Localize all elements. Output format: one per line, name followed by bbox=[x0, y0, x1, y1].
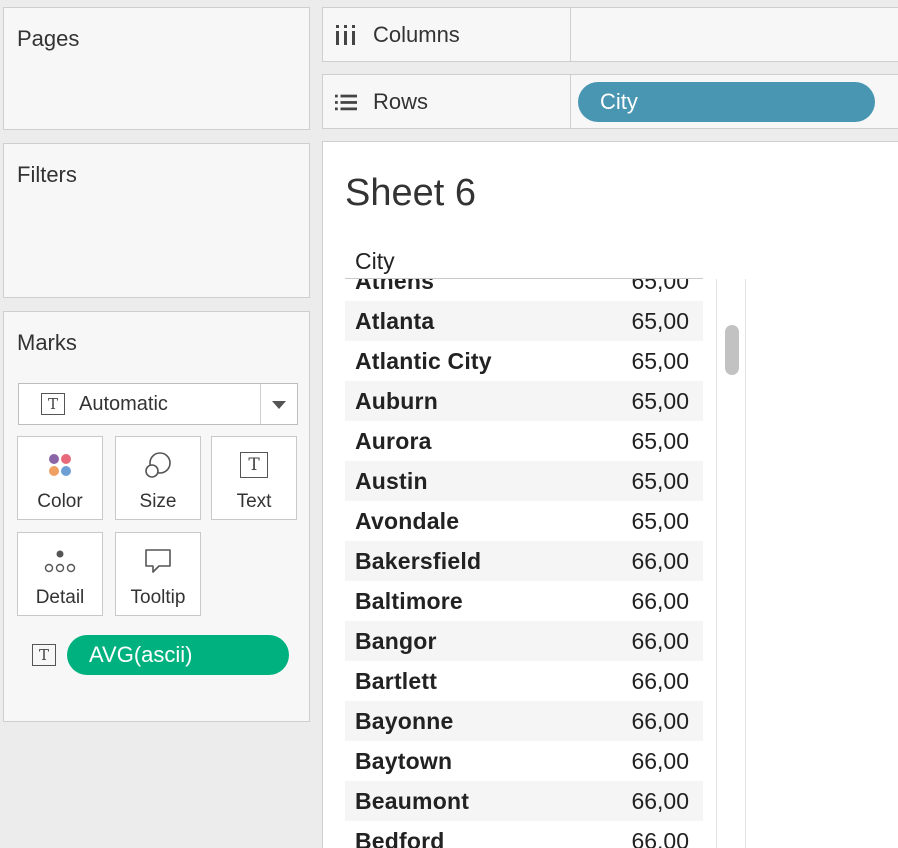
rows-shelf[interactable]: Rows City bbox=[322, 74, 898, 129]
mark-type-label: Automatic bbox=[79, 392, 168, 415]
table-row[interactable]: Beaumont 66,00 bbox=[345, 781, 703, 821]
city-cell: Athens bbox=[355, 279, 435, 294]
columns-label: Columns bbox=[373, 21, 460, 47]
dropdown-separator bbox=[260, 384, 261, 424]
pages-card[interactable]: Pages bbox=[3, 7, 310, 130]
avg-ascii-cell: 65,00 bbox=[631, 467, 689, 494]
color-icon bbox=[18, 449, 102, 481]
avg-ascii-cell: 65,00 bbox=[631, 347, 689, 374]
city-cell: Bangor bbox=[355, 627, 437, 654]
table-row[interactable]: Bakersfield 66,00 bbox=[345, 541, 703, 581]
text-button[interactable]: T Text bbox=[211, 436, 297, 520]
filters-card[interactable]: Filters bbox=[3, 143, 310, 298]
city-cell: Austin bbox=[355, 467, 428, 494]
table-row[interactable]: Bartlett 66,00 bbox=[345, 661, 703, 701]
tooltip-icon bbox=[116, 545, 200, 577]
vertical-scrollbar[interactable] bbox=[716, 279, 746, 848]
avg-ascii-cell: 66,00 bbox=[631, 747, 689, 774]
avg-ascii-cell: 66,00 bbox=[631, 827, 689, 848]
avg-ascii-cell: 65,00 bbox=[631, 427, 689, 454]
avg-ascii-pill-label: AVG(ascii) bbox=[89, 642, 193, 667]
size-icon bbox=[116, 449, 200, 481]
city-cell: Beaumont bbox=[355, 787, 470, 814]
table-row[interactable]: Bayonne 66,00 bbox=[345, 701, 703, 741]
city-cell: Bartlett bbox=[355, 667, 438, 694]
city-cell: Bakersfield bbox=[355, 547, 482, 574]
table-row[interactable]: Aurora 65,00 bbox=[345, 421, 703, 461]
data-table: Athens 65,00 Atlanta 65,00 Atlantic City 65,0… bbox=[345, 279, 703, 848]
avg-ascii-cell: 65,00 bbox=[631, 387, 689, 414]
table-row[interactable]: Austin 65,00 bbox=[345, 461, 703, 501]
chevron-down-icon[interactable] bbox=[272, 401, 286, 409]
detail-button[interactable]: Detail bbox=[17, 532, 103, 616]
mark-type-dropdown[interactable]: T Automatic bbox=[18, 383, 298, 425]
avg-ascii-cell: 66,00 bbox=[631, 707, 689, 734]
rows-label: Rows bbox=[373, 88, 429, 114]
pages-title: Pages bbox=[17, 26, 80, 51]
sheet-view: Sheet 6 City Athens 65,00 Atlanta 65,00 Atla… bbox=[322, 141, 898, 848]
rows-icon bbox=[335, 93, 357, 111]
table-rows: Athens 65,00 Atlanta 65,00 Atlantic City 65,0… bbox=[345, 279, 703, 848]
table-row[interactable]: Athens 65,00 bbox=[345, 279, 703, 301]
table-row[interactable]: Atlanta 65,00 bbox=[345, 301, 703, 341]
color-button[interactable]: Color bbox=[17, 436, 103, 520]
city-cell: Baltimore bbox=[355, 587, 463, 614]
marks-card: Marks T Automatic Color Size T Text Deta… bbox=[3, 311, 310, 722]
columns-icon bbox=[335, 24, 357, 45]
filters-title: Filters bbox=[17, 162, 77, 187]
city-cell: Atlantic City bbox=[355, 347, 492, 374]
avg-ascii-cell: 66,00 bbox=[631, 547, 689, 574]
text-encoding-icon: T bbox=[32, 644, 56, 666]
marks-title: Marks bbox=[17, 330, 77, 355]
city-cell: Aurora bbox=[355, 427, 432, 454]
city-pill[interactable]: City bbox=[578, 82, 875, 122]
table-row[interactable]: Auburn 65,00 bbox=[345, 381, 703, 421]
color-label: Color bbox=[37, 491, 83, 512]
avg-ascii-cell: 66,00 bbox=[631, 587, 689, 614]
detail-label: Detail bbox=[35, 587, 85, 608]
avg-ascii-cell: 66,00 bbox=[631, 627, 689, 654]
tableau-workspace: Pages Filters Marks T Automatic Color Si… bbox=[0, 0, 898, 848]
avg-ascii-cell: 65,00 bbox=[631, 307, 689, 334]
tooltip-label: Tooltip bbox=[130, 587, 186, 608]
columns-shelf[interactable]: Columns bbox=[322, 7, 898, 62]
city-cell: Auburn bbox=[355, 387, 438, 414]
table-row[interactable]: Bangor 66,00 bbox=[345, 621, 703, 661]
sheet-title: Sheet 6 bbox=[345, 172, 476, 214]
avg-ascii-cell: 66,00 bbox=[631, 787, 689, 814]
detail-icon bbox=[18, 545, 102, 577]
text-mark-icon: T bbox=[41, 393, 65, 415]
avg-ascii-cell: 65,00 bbox=[631, 507, 689, 534]
avg-ascii-cell: 65,00 bbox=[631, 279, 689, 294]
city-pill-label: City bbox=[600, 89, 638, 114]
table-row[interactable]: Baltimore 66,00 bbox=[345, 581, 703, 621]
city-cell: Avondale bbox=[355, 507, 460, 534]
city-cell: Baytown bbox=[355, 747, 453, 774]
text-icon: T bbox=[240, 452, 268, 478]
city-cell: Bedford bbox=[355, 827, 445, 848]
table-row[interactable]: Bedford 66,00 bbox=[345, 821, 703, 848]
scrollbar-thumb[interactable] bbox=[725, 325, 739, 375]
size-label: Size bbox=[139, 491, 177, 512]
text-label: Text bbox=[236, 491, 272, 512]
table-row[interactable]: Atlantic City 65,00 bbox=[345, 341, 703, 381]
city-cell: Atlanta bbox=[355, 307, 435, 334]
avg-ascii-cell: 66,00 bbox=[631, 667, 689, 694]
city-cell: Bayonne bbox=[355, 707, 454, 734]
size-button[interactable]: Size bbox=[115, 436, 201, 520]
table-row[interactable]: Avondale 65,00 bbox=[345, 501, 703, 541]
tooltip-button[interactable]: Tooltip bbox=[115, 532, 201, 616]
table-row[interactable]: Baytown 66,00 bbox=[345, 741, 703, 781]
avg-ascii-pill[interactable]: AVG(ascii) bbox=[67, 635, 289, 675]
city-column-header[interactable]: City bbox=[355, 248, 395, 275]
